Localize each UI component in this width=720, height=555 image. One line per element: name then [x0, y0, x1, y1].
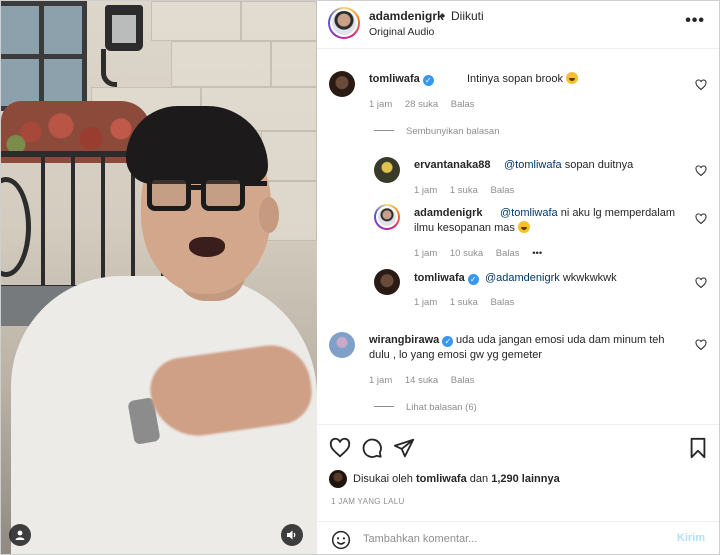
- verified-icon: ✓: [422, 75, 434, 86]
- comment-input[interactable]: [363, 531, 663, 547]
- header-separator: •: [441, 9, 446, 23]
- reply-text: @adamdenigrk wkwkwkwk: [485, 272, 617, 284]
- replier-avatar[interactable]: [374, 157, 400, 183]
- mute-button[interactable]: [281, 524, 303, 546]
- comment-text: Intinya sopan brook: [467, 71, 579, 87]
- reply-button[interactable]: Balas: [491, 297, 515, 308]
- liker-username[interactable]: tomliwafa: [416, 473, 467, 485]
- heart-icon[interactable]: [695, 165, 707, 177]
- replier-avatar[interactable]: [374, 269, 400, 295]
- view-replies-button[interactable]: Lihat balasan (6): [374, 402, 477, 413]
- reply-meta: 1 jam 1 suka Balas: [414, 297, 524, 308]
- replier-avatar[interactable]: [374, 204, 400, 230]
- post-header: adamdenigrk • Diikuti Original Audio •••: [317, 1, 719, 49]
- comment-text: uda uda jangan emosi uda dam minum teh: [456, 334, 665, 346]
- hide-replies-button[interactable]: Sembunyikan balasan: [374, 126, 499, 137]
- reply-time: 1 jam: [414, 297, 438, 308]
- likes-summary[interactable]: Disukai oleh tomliwafa dan 1,290 lainnya: [353, 473, 560, 485]
- commenter-avatar[interactable]: [329, 71, 355, 97]
- wall-stone: [261, 131, 317, 181]
- likes-count[interactable]: 1,290 lainnya: [491, 473, 560, 485]
- laughing-emoji-icon: [517, 221, 530, 233]
- verified-icon: ✓: [442, 336, 454, 347]
- heart-icon[interactable]: [329, 437, 351, 459]
- reply-button[interactable]: Balas: [496, 248, 520, 259]
- user-icon: [15, 530, 25, 540]
- follow-status[interactable]: Diikuti: [451, 9, 484, 23]
- video-player[interactable]: [1, 1, 317, 554]
- comment-text-line2: dulu , lo yang emosi gw yg gemeter: [369, 349, 543, 361]
- comment-likes[interactable]: 14 suka: [405, 375, 438, 386]
- author-avatar[interactable]: [328, 7, 360, 39]
- comment-username[interactable]: tomliwafa ✓: [369, 73, 436, 86]
- glasses-lens-left: [147, 175, 191, 211]
- reply-button[interactable]: Balas: [451, 99, 475, 110]
- reply-time: 1 jam: [414, 185, 438, 196]
- post-comment-button[interactable]: Kirim: [677, 532, 705, 544]
- heart-icon[interactable]: [695, 277, 707, 289]
- tagged-user-button[interactable]: [9, 524, 31, 546]
- reply-text-line2: ilmu kesopanan mas: [414, 220, 530, 236]
- wall-lamp: [99, 1, 149, 91]
- comment-composer: Kirim: [317, 521, 719, 554]
- glasses-bridge: [189, 185, 203, 190]
- author-username[interactable]: adamdenigrk: [369, 9, 444, 23]
- liker-avatar[interactable]: [329, 470, 347, 488]
- reply-text: @tomliwafa sopan duitnya: [504, 159, 634, 171]
- laughing-emoji-icon: [566, 72, 579, 84]
- comment-likes[interactable]: 28 suka: [405, 99, 438, 110]
- wall-stone: [241, 1, 317, 41]
- more-options-icon[interactable]: •••: [685, 12, 705, 30]
- audio-label[interactable]: Original Audio: [369, 26, 434, 38]
- comment-username[interactable]: wirangbirawa ✓: [369, 334, 455, 347]
- reply-button[interactable]: Balas: [491, 185, 515, 196]
- comment-time: 1 jam: [369, 99, 393, 110]
- reply-button[interactable]: Balas: [451, 375, 475, 386]
- person-mouth: [189, 237, 225, 257]
- reply-more-icon[interactable]: •••: [532, 248, 542, 259]
- commenter-avatar[interactable]: [329, 332, 355, 358]
- send-icon[interactable]: [393, 437, 415, 459]
- heart-icon[interactable]: [695, 213, 707, 225]
- comments-panel: adamdenigrk • Diikuti Original Audio •••…: [317, 1, 719, 554]
- heart-icon[interactable]: [695, 339, 707, 351]
- bookmark-icon[interactable]: [687, 437, 709, 459]
- reply-username[interactable]: ervantanaka88: [414, 159, 490, 171]
- comment-time: 1 jam: [369, 375, 393, 386]
- volume-icon: [287, 530, 296, 540]
- comment-meta: 1 jam 28 suka Balas: [369, 99, 485, 110]
- verified-icon: ✓: [467, 274, 479, 285]
- glasses-temple: [245, 181, 267, 186]
- reply-likes[interactable]: 1 suka: [450, 297, 478, 308]
- emoji-picker-icon[interactable]: [331, 530, 351, 550]
- comment-meta: 1 jam 14 suka Balas: [369, 375, 485, 386]
- wall-stone: [171, 41, 271, 87]
- wall-stone: [151, 1, 241, 41]
- reply-likes[interactable]: 1 suka: [450, 185, 478, 196]
- reply-username[interactable]: adamdenigrk: [414, 207, 482, 219]
- wall-stone: [271, 41, 317, 87]
- reply-meta: 1 jam 10 suka Balas •••: [414, 248, 552, 259]
- reply-meta: 1 jam 1 suka Balas: [414, 185, 524, 196]
- person-ear: [259, 197, 279, 233]
- reply-username[interactable]: tomliwafa ✓: [414, 272, 481, 285]
- reply-time: 1 jam: [414, 248, 438, 259]
- post-viewer: adamdenigrk • Diikuti Original Audio •••…: [0, 0, 720, 555]
- reply-text: @tomliwafa ni aku lg memperdalam: [500, 207, 676, 219]
- window: [1, 1, 87, 116]
- glasses-lens-right: [201, 175, 245, 211]
- comment-icon[interactable]: [361, 437, 383, 459]
- reply-likes[interactable]: 10 suka: [450, 248, 483, 259]
- post-time: 1 JAM YANG LALU: [331, 497, 405, 506]
- heart-icon[interactable]: [695, 79, 707, 91]
